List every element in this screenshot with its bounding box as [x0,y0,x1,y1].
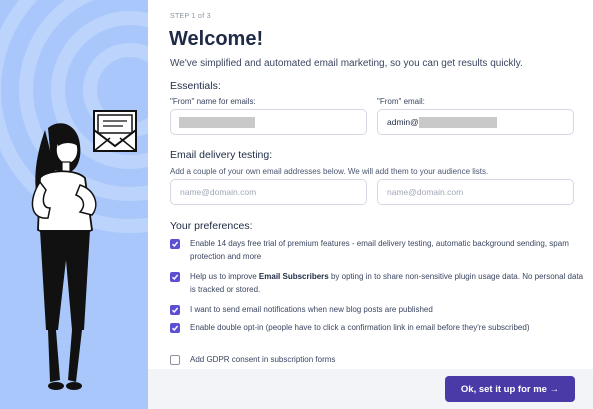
step-indicator: STEP 1 of 3 [170,13,211,20]
redacted-value [179,116,255,128]
checkbox-checked-icon[interactable] [170,239,180,249]
test-email-1-placeholder: name@domain.com [180,187,257,197]
from-name-label: "From" name for emails: [170,97,256,106]
essentials-heading: Essentials: [170,80,221,92]
pref-blog-notifications-label: I want to send email notifications when … [190,305,433,314]
pref-usage-data-label: Help us to improve Email Subscribers by … [190,272,584,294]
checkbox-empty-icon[interactable] [170,355,180,365]
preferences-heading: Your preferences: [170,220,253,232]
pref-double-optin-label: Enable double opt-in (people have to cli… [190,323,530,332]
footer-bar: Ok, set it up for me → [148,369,593,409]
pref-gdpr-label: Add GDPR consent in subscription forms [190,355,336,364]
from-email-value: admin@ [387,117,419,127]
testing-heading: Email delivery testing: [170,149,273,161]
test-email-2-placeholder: name@domain.com [387,187,464,197]
setup-submit-button[interactable]: Ok, set it up for me → [445,376,575,402]
woman-with-letter-illustration [0,0,148,390]
pref-gdpr[interactable]: Add GDPR consent in subscription forms [170,354,585,367]
checkbox-checked-icon[interactable] [170,305,180,315]
page-title: Welcome! [169,28,264,50]
onboarding-main: STEP 1 of 3 Welcome! We've simplified an… [148,0,593,409]
from-email-input[interactable]: admin@ [377,109,574,135]
page-subtitle: We've simplified and automated email mar… [170,58,523,69]
test-email-1-input[interactable]: name@domain.com [170,179,367,205]
pref-free-trial[interactable]: Enable 14 days free trial of premium fea… [170,238,585,263]
envelope-letter-icon [93,110,137,152]
illustration-panel [0,0,148,409]
pref-free-trial-label: Enable 14 days free trial of premium fea… [190,239,569,261]
test-email-2-input[interactable]: name@domain.com [377,179,574,205]
checkbox-checked-icon[interactable] [170,323,180,333]
pref-double-optin[interactable]: Enable double opt-in (people have to cli… [170,322,585,335]
pref-blog-notifications[interactable]: I want to send email notifications when … [170,304,585,317]
from-name-input[interactable] [170,109,367,135]
redacted-value [418,116,497,128]
testing-hint: Add a couple of your own email addresses… [170,167,489,176]
pref-usage-data[interactable]: Help us to improve Email Subscribers by … [170,271,585,296]
from-email-label: "From" email: [377,97,425,106]
checkbox-checked-icon[interactable] [170,272,180,282]
